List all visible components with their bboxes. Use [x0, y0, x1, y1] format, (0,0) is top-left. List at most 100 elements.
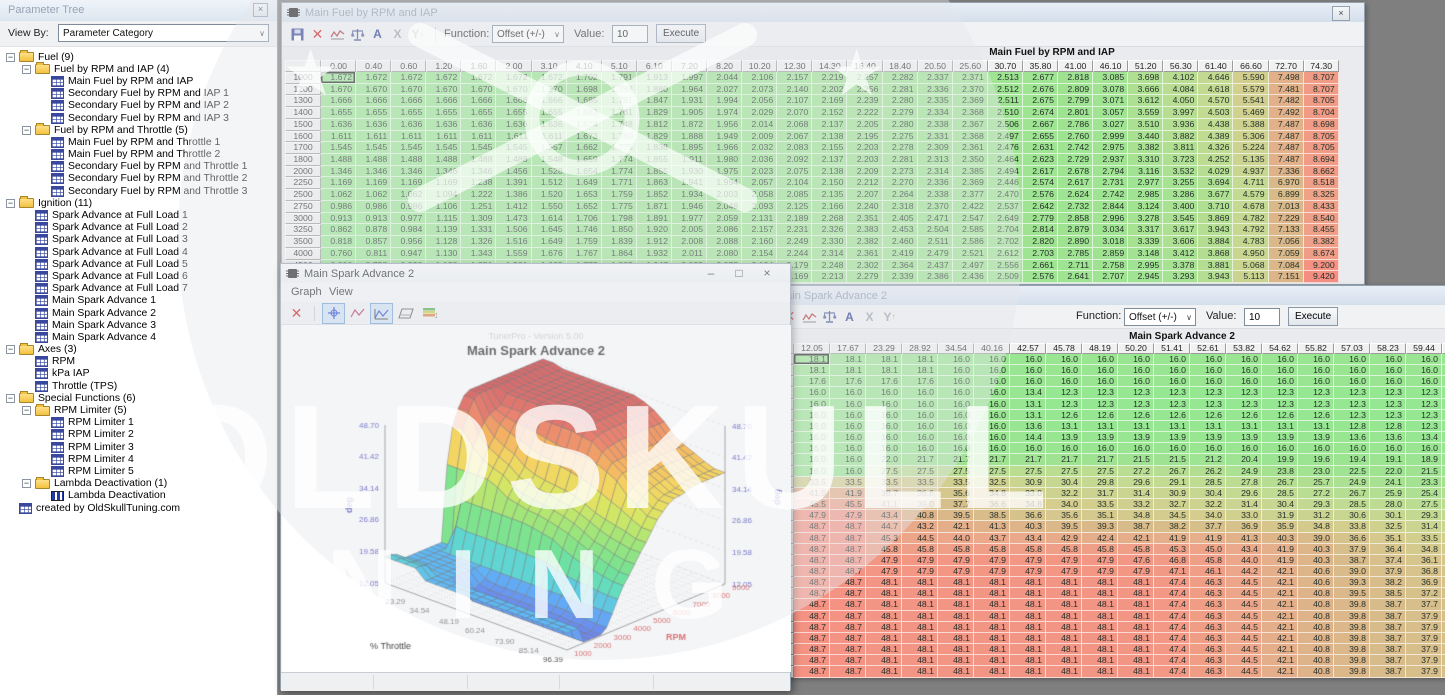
table-cell[interactable]: 2.858: [1058, 213, 1093, 225]
table-cell[interactable]: 32.2: [1190, 499, 1226, 510]
table-cell[interactable]: 45.8: [1082, 544, 1118, 555]
table-cell[interactable]: 22.0: [1370, 466, 1406, 477]
table-cell[interactable]: 2.818: [1058, 72, 1093, 84]
column-header[interactable]: 55.82: [1298, 343, 1334, 354]
table-cell[interactable]: 1.654: [567, 166, 602, 178]
table-cell[interactable]: 1.512: [532, 177, 567, 189]
table-cell[interactable]: 48.7: [794, 555, 830, 566]
table-cell[interactable]: 1.863: [637, 177, 672, 189]
table-cell[interactable]: 1.545: [321, 142, 356, 154]
value-input[interactable]: [1244, 308, 1280, 326]
table-cell[interactable]: 1.880: [637, 84, 672, 96]
table-cell[interactable]: 33.8: [1334, 521, 1370, 532]
table-cell[interactable]: 41.9: [1262, 544, 1298, 555]
table-cell[interactable]: 48.1: [1118, 611, 1154, 622]
table-cell[interactable]: 2.029: [742, 107, 777, 119]
surface-chart-icon[interactable]: [370, 303, 393, 324]
table-cell[interactable]: 0.760: [321, 248, 356, 260]
row-header[interactable]: 1800: [285, 154, 321, 166]
table-cell[interactable]: 1.528: [532, 166, 567, 178]
table-cell[interactable]: 42.1: [1262, 588, 1298, 599]
table-cell[interactable]: 3.884: [1198, 236, 1233, 248]
table-cell[interactable]: 1.670: [321, 84, 356, 96]
table-cell[interactable]: 9.200: [1304, 260, 1339, 272]
table-cell[interactable]: 16.0: [830, 399, 866, 410]
table-cell[interactable]: 3.293: [1163, 271, 1198, 283]
table-cell[interactable]: 48.1: [866, 633, 902, 644]
table-cell[interactable]: 2.231: [777, 224, 812, 236]
tree-item[interactable]: Main Fuel by RPM and Throttle 2: [0, 149, 277, 161]
table-cell[interactable]: 12.6: [1046, 410, 1082, 421]
table-cell[interactable]: 37.7: [1406, 599, 1442, 610]
table-cell[interactable]: 1.666: [391, 95, 426, 107]
x-axis-icon[interactable]: X: [860, 308, 879, 325]
table-cell[interactable]: 39.0: [902, 499, 938, 510]
table-cell[interactable]: 31.4: [1406, 521, 1442, 532]
column-header[interactable]: 12.30: [777, 60, 812, 72]
font-icon[interactable]: A: [368, 26, 387, 43]
table-cell[interactable]: 16.0: [1082, 376, 1118, 387]
column-header[interactable]: 7.20: [672, 60, 707, 72]
table-cell[interactable]: 16.0: [794, 432, 830, 443]
tree-item[interactable]: Throttle (TPS): [0, 380, 277, 392]
table-cell[interactable]: 48.1: [902, 599, 938, 610]
table-cell[interactable]: 48.7: [830, 588, 866, 599]
table-cell[interactable]: 30.1: [1370, 510, 1406, 521]
fuel-window-titlebar[interactable]: Main Fuel by RPM and IAP ×: [282, 3, 1364, 22]
column-header[interactable]: 12.05: [794, 343, 830, 354]
table-cell[interactable]: 43.2: [902, 521, 938, 532]
table-cell[interactable]: 36.6: [974, 499, 1010, 510]
table-cell[interactable]: 16.0: [1298, 365, 1334, 376]
table-cell[interactable]: 37.9: [1406, 644, 1442, 655]
table-cell[interactable]: 16.0: [866, 421, 902, 432]
table-cell[interactable]: 2.209: [847, 166, 882, 178]
table-cell[interactable]: 2.083: [777, 142, 812, 154]
table-cell[interactable]: 48.1: [1046, 599, 1082, 610]
table-cell[interactable]: 2.086: [707, 224, 742, 236]
table-cell[interactable]: 2.080: [707, 248, 742, 260]
table-cell[interactable]: 5.224: [1233, 142, 1268, 154]
table-cell[interactable]: 1.386: [496, 189, 531, 201]
table-cell[interactable]: 16.0: [1262, 443, 1298, 454]
table-cell[interactable]: 2.809: [1058, 84, 1093, 96]
table-cell[interactable]: 2.338: [918, 119, 953, 131]
table-cell[interactable]: 48.1: [902, 666, 938, 677]
table-cell[interactable]: 42.1: [1262, 655, 1298, 666]
table-cell[interactable]: 1.670: [391, 84, 426, 96]
column-header[interactable]: 58.23: [1370, 343, 1406, 354]
table-cell[interactable]: 1.946: [672, 201, 707, 213]
table-cell[interactable]: 19.6: [1298, 454, 1334, 465]
table-cell[interactable]: 12.3: [1370, 410, 1406, 421]
table-cell[interactable]: 44.5: [1226, 588, 1262, 599]
table-cell[interactable]: 16.0: [1154, 365, 1190, 376]
table-cell[interactable]: 48.7: [830, 655, 866, 666]
table-cell[interactable]: 1.548: [532, 154, 567, 166]
table-cell[interactable]: 21.7: [974, 454, 1010, 465]
table-cell[interactable]: 2.617: [1058, 177, 1093, 189]
table-cell[interactable]: 33.5: [794, 477, 830, 488]
table-cell[interactable]: 1.645: [532, 224, 567, 236]
table-cell[interactable]: 3.278: [1128, 213, 1163, 225]
table-cell[interactable]: 48.7: [794, 599, 830, 610]
table-cell[interactable]: 6.899: [1269, 189, 1304, 201]
table-cell[interactable]: 1.636: [532, 119, 567, 131]
table-cell[interactable]: 16.0: [830, 421, 866, 432]
table-cell[interactable]: 1.488: [356, 154, 391, 166]
table-cell[interactable]: 45.8: [974, 544, 1010, 555]
tree-item[interactable]: Secondary Fuel by RPM and IAP 1: [0, 88, 277, 100]
table-cell[interactable]: 38.5: [974, 510, 1010, 521]
table-cell[interactable]: 46.3: [1190, 633, 1226, 644]
table-cell[interactable]: 1.346: [426, 166, 461, 178]
table-cell[interactable]: 1.997: [672, 72, 707, 84]
table-cell[interactable]: 39.8: [1334, 622, 1370, 633]
table-cell[interactable]: 16.0: [1046, 354, 1082, 365]
table-cell[interactable]: 1.994: [707, 95, 742, 107]
table-cell[interactable]: 16.0: [1370, 376, 1406, 387]
table-cell[interactable]: 3.400: [1163, 201, 1198, 213]
table-cell[interactable]: 2.368: [953, 107, 988, 119]
table-cell[interactable]: 1.791: [602, 72, 637, 84]
table-cell[interactable]: 36.8: [1406, 566, 1442, 577]
table-cell[interactable]: 48.1: [902, 633, 938, 644]
column-header[interactable]: 57.03: [1334, 343, 1370, 354]
table-cell[interactable]: 3.071: [1093, 95, 1128, 107]
